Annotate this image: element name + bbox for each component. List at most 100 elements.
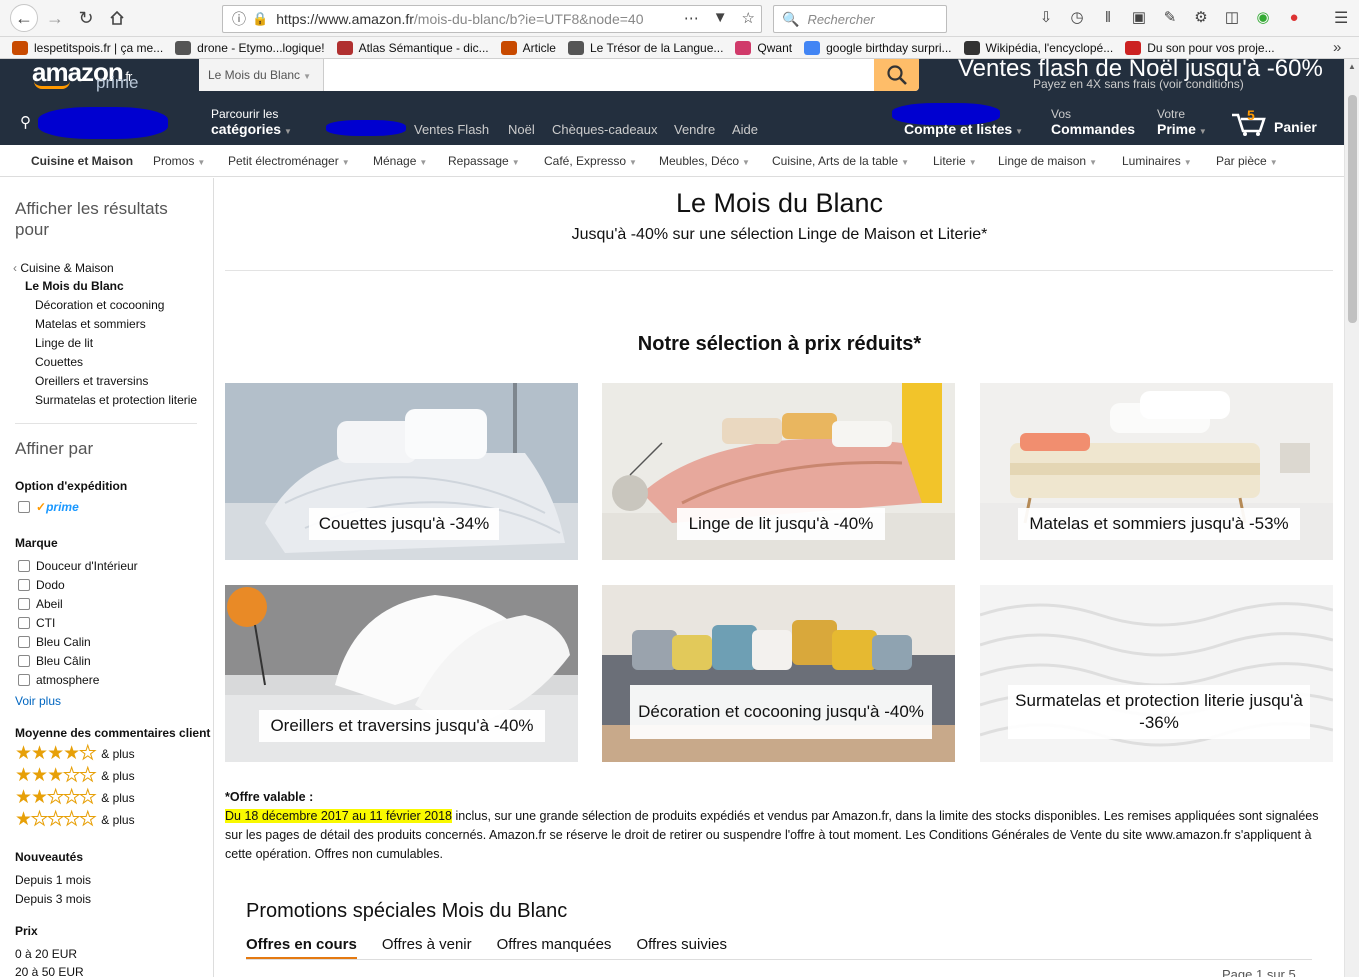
- nav-link-ventes-flash[interactable]: Ventes Flash: [414, 122, 489, 137]
- download-icon[interactable]: ⇩: [1036, 8, 1056, 28]
- brand-checkbox[interactable]: [18, 674, 30, 686]
- page-scrollbar[interactable]: ▲: [1344, 59, 1359, 977]
- page-actions-icon[interactable]: ⋯: [684, 9, 699, 27]
- sidebar-icon[interactable]: ◫: [1222, 8, 1242, 28]
- settings-gear-icon[interactable]: ⚙: [1191, 8, 1211, 28]
- bookmark-star-icon[interactable]: ☆: [742, 9, 755, 27]
- rating-filter[interactable]: ★★★★★ & plus: [15, 810, 135, 830]
- browse-categories[interactable]: Parcourir les catégories ▼: [211, 107, 292, 139]
- new-1-month-link[interactable]: Depuis 1 mois: [15, 873, 91, 887]
- subnav-item[interactable]: Par pièce ▼: [1216, 154, 1278, 168]
- category-tile-matelas[interactable]: Matelas et sommiers jusqu'à -53%: [980, 383, 1333, 560]
- bookmark-item[interactable]: Wikipédia, l'encyclopé...: [963, 40, 1113, 55]
- tab-offres-suivies[interactable]: Offres suivies: [636, 936, 727, 960]
- brand-checkbox[interactable]: [18, 579, 30, 591]
- prime-menu[interactable]: Votre Prime ▼: [1157, 107, 1207, 139]
- reload-button[interactable]: ↻: [72, 4, 100, 32]
- brand-filter[interactable]: Bleu Câlin: [18, 654, 91, 668]
- brand-filter[interactable]: atmosphere: [18, 673, 99, 687]
- brand-filter[interactable]: Bleu Calin: [18, 635, 91, 649]
- amazon-search-button[interactable]: [874, 59, 919, 91]
- bookmarks-overflow-icon[interactable]: »: [1333, 39, 1341, 56]
- bookmark-item[interactable]: drone - Etymo...logique!: [175, 40, 325, 55]
- new-3-months-link[interactable]: Depuis 3 mois: [15, 892, 91, 906]
- color-extension-icon[interactable]: ●: [1284, 8, 1304, 28]
- category-tile-linge-de-lit[interactable]: Linge de lit jusqu'à -40%: [602, 383, 955, 560]
- search-department-select[interactable]: Le Mois du Blanc ▼: [199, 59, 324, 91]
- flash-sale-subtitle[interactable]: Payez en 4X sans frais (voir conditions): [1033, 77, 1244, 91]
- subcategory-link[interactable]: Oreillers et traversins: [35, 374, 148, 388]
- screenshot-icon[interactable]: ▣: [1129, 8, 1149, 28]
- prime-filter[interactable]: ✓ prime: [18, 500, 79, 514]
- price-range-link[interactable]: 0 à 20 EUR: [15, 947, 77, 961]
- history-icon[interactable]: ◷: [1067, 8, 1087, 28]
- subcategory-link[interactable]: Couettes: [35, 355, 83, 369]
- subnav-item[interactable]: Promos ▼: [153, 154, 205, 168]
- home-button[interactable]: [103, 4, 131, 32]
- brand-checkbox[interactable]: [18, 636, 30, 648]
- category-tile-decoration[interactable]: Décoration et cocooning jusqu'à -40%: [602, 585, 955, 762]
- nav-link-aide[interactable]: Aide: [732, 122, 758, 137]
- subnav-item[interactable]: Linge de maison ▼: [998, 154, 1097, 168]
- location-pin-icon[interactable]: ⚲: [20, 113, 31, 131]
- tab-offres-manquees[interactable]: Offres manquées: [497, 936, 612, 960]
- subnav-item[interactable]: Petit électroménager ▼: [228, 154, 350, 168]
- scrollbar-thumb[interactable]: [1348, 95, 1357, 323]
- category-tile-oreillers[interactable]: Oreillers et traversins jusqu'à -40%: [225, 585, 578, 762]
- pen-icon[interactable]: ✎: [1160, 8, 1180, 28]
- subcategory-link[interactable]: Décoration et cocooning: [35, 298, 164, 312]
- orders-link[interactable]: Vos Commandes: [1051, 107, 1135, 137]
- rating-filter[interactable]: ★★★★★ & plus: [15, 744, 135, 764]
- library-icon[interactable]: ‖: [1098, 8, 1118, 28]
- brand-checkbox[interactable]: [18, 560, 30, 572]
- parent-category-link[interactable]: ‹ Cuisine & Maison: [13, 261, 114, 275]
- back-button[interactable]: ←: [10, 4, 38, 32]
- subnav-item[interactable]: Repassage ▼: [448, 154, 520, 168]
- bookmark-item[interactable]: Qwant: [735, 40, 792, 55]
- subnav-item[interactable]: Ménage ▼: [373, 154, 427, 168]
- nav-link-vendre[interactable]: Vendre: [674, 122, 715, 137]
- info-icon[interactable]: ⓘ: [232, 9, 246, 29]
- browser-search-input[interactable]: 🔍 Rechercher: [773, 5, 947, 33]
- url-bar[interactable]: ⓘ 🔒 https://www.amazon.fr/mois-du-blanc/…: [222, 5, 762, 33]
- bookmark-item[interactable]: Le Trésor de la Langue...: [567, 40, 723, 55]
- account-lists-menu[interactable]: Compte et listes ▼: [904, 122, 1023, 139]
- bookmark-item[interactable]: Article: [500, 40, 556, 55]
- amazon-search-bar[interactable]: Le Mois du Blanc ▼: [199, 59, 919, 91]
- rating-filter[interactable]: ★★★★★ & plus: [15, 766, 135, 786]
- forward-button[interactable]: →: [41, 4, 69, 32]
- brand-filter[interactable]: Dodo: [18, 578, 65, 592]
- subnav-item[interactable]: Literie ▼: [933, 154, 977, 168]
- subnav-item[interactable]: Luminaires ▼: [1122, 154, 1192, 168]
- subnav-item[interactable]: Cuisine, Arts de la table ▼: [772, 154, 909, 168]
- subnav-item[interactable]: Meubles, Déco ▼: [659, 154, 750, 168]
- see-more-brands-link[interactable]: Voir plus: [15, 694, 61, 708]
- subnav-item[interactable]: Café, Expresso ▼: [544, 154, 637, 168]
- tab-offres-en-cours[interactable]: Offres en cours: [246, 936, 357, 960]
- brand-checkbox[interactable]: [18, 598, 30, 610]
- scroll-up-icon[interactable]: ▲: [1348, 62, 1356, 71]
- menu-icon[interactable]: ☰: [1334, 8, 1348, 28]
- nav-link-noel[interactable]: Noël: [508, 122, 535, 137]
- category-tile-couettes[interactable]: Couettes jusqu'à -34%: [225, 383, 578, 560]
- subcategory-link[interactable]: Surmatelas et protection literie: [35, 393, 197, 407]
- tab-offres-a-venir[interactable]: Offres à venir: [382, 936, 472, 960]
- prime-checkbox[interactable]: [18, 501, 30, 513]
- bookmark-item[interactable]: Du son pour vos proje...: [1125, 40, 1275, 55]
- brand-filter[interactable]: Douceur d'Intérieur: [18, 559, 138, 573]
- rating-filter[interactable]: ★★★★★ & plus: [15, 788, 135, 808]
- subcategory-link[interactable]: Linge de lit: [35, 336, 93, 350]
- subcategory-link[interactable]: Matelas et sommiers: [35, 317, 146, 331]
- bookmark-item[interactable]: google birthday surpri...: [804, 40, 952, 55]
- price-range-link[interactable]: 20 à 50 EUR: [15, 965, 84, 977]
- subnav-item[interactable]: Cuisine et Maison: [31, 154, 133, 168]
- brand-checkbox[interactable]: [18, 655, 30, 667]
- extension-icon[interactable]: ◉: [1253, 8, 1273, 28]
- cart-button[interactable]: 5 Panier: [1230, 107, 1317, 137]
- bookmark-item[interactable]: Atlas Sémantique - dic...: [336, 40, 489, 55]
- brand-checkbox[interactable]: [18, 617, 30, 629]
- pocket-icon[interactable]: ▼: [713, 9, 728, 27]
- url-text[interactable]: https://www.amazon.fr/mois-du-blanc/b?ie…: [276, 11, 676, 27]
- bookmark-item[interactable]: lespetitspois.fr | ça me...: [12, 40, 163, 55]
- brand-filter[interactable]: CTI: [18, 616, 55, 630]
